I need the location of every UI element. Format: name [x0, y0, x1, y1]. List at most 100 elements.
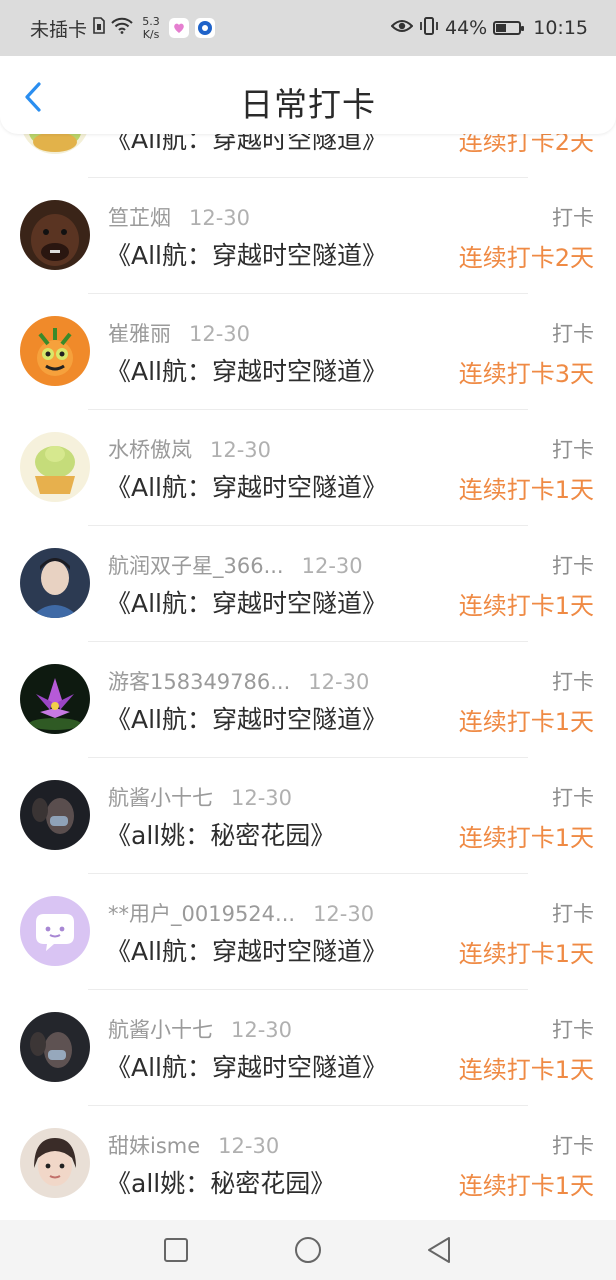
avatar[interactable]	[20, 780, 90, 850]
user-name[interactable]: 甜妹isme	[108, 1134, 200, 1158]
notification-app-icon	[169, 18, 190, 38]
checkin-list[interactable]: 《All航：穿越时空隧道》 连续打卡2天 笪芷烟 12-30 打卡 《All航：穿…	[0, 62, 616, 1222]
action-label: 打卡	[552, 322, 594, 346]
eye-comfort-icon	[390, 17, 414, 39]
recents-button[interactable]	[161, 1235, 191, 1265]
streak-label: 连续打卡1天	[458, 940, 594, 968]
user-name[interactable]: 崔雅丽	[108, 322, 171, 346]
checkin-date: 12-30	[218, 1134, 280, 1158]
user-name[interactable]: 笪芷烟	[108, 206, 171, 230]
list-item[interactable]: 水桥傲岚 12-30 打卡 《All航：穿越时空隧道》 连续打卡1天	[0, 410, 616, 526]
avatar[interactable]	[20, 896, 90, 966]
vibrate-icon	[419, 16, 439, 41]
user-line: 航润双子星_366... 12-30	[108, 550, 363, 580]
triangle-back-icon	[428, 1237, 450, 1263]
checkin-date: 12-30	[308, 670, 370, 694]
phone-screen: 未插卡 5.3 K/s 44% 10:15 日常打卡 《All航：穿越时空隧道》…	[0, 0, 616, 1280]
action-label: 打卡	[552, 902, 594, 926]
streak-label: 连续打卡1天	[458, 476, 594, 504]
action-label: 打卡	[552, 1018, 594, 1042]
speed-value: 5.3	[142, 15, 160, 28]
checkin-date: 12-30	[301, 554, 363, 578]
user-name[interactable]: 水桥傲岚	[108, 438, 192, 462]
action-label: 打卡	[552, 554, 594, 578]
back-nav-button[interactable]	[424, 1235, 454, 1265]
action-label: 打卡	[552, 206, 594, 230]
book-title[interactable]: 《All航：穿越时空隧道》	[106, 932, 387, 968]
user-name[interactable]: 航酱小十七	[108, 1018, 213, 1042]
sim-icon	[93, 17, 105, 39]
checkin-date: 12-30	[231, 1018, 293, 1042]
user-line: 航酱小十七 12-30	[108, 782, 292, 812]
avatar[interactable]	[20, 316, 90, 386]
book-title[interactable]: 《All航：穿越时空隧道》	[106, 700, 387, 736]
list-item[interactable]: 航润双子星_366... 12-30 打卡 《All航：穿越时空隧道》 连续打卡1…	[0, 526, 616, 642]
streak-label: 连续打卡3天	[458, 360, 594, 388]
battery-percent: 44%	[445, 17, 488, 39]
checkin-date: 12-30	[231, 786, 293, 810]
book-title[interactable]: 《all姚：秘密花园》	[106, 816, 335, 852]
checkin-date: 12-30	[189, 206, 251, 230]
home-button[interactable]	[293, 1235, 323, 1265]
avatar[interactable]	[20, 1012, 90, 1082]
user-name[interactable]: **用户_0019524...	[108, 902, 295, 926]
streak-label: 连续打卡1天	[458, 824, 594, 852]
streak-label: 连续打卡1天	[458, 708, 594, 736]
action-label: 打卡	[552, 786, 594, 810]
square-icon	[164, 1238, 188, 1262]
network-speed: 5.3 K/s	[139, 15, 163, 41]
status-bar: 未插卡 5.3 K/s 44% 10:15	[0, 0, 616, 56]
list-item[interactable]: 航酱小十七 12-30 打卡 《All航：穿越时空隧道》 连续打卡1天	[0, 990, 616, 1106]
page-title: 日常打卡	[240, 85, 376, 124]
action-label: 打卡	[552, 670, 594, 694]
list-item[interactable]: 崔雅丽 12-30 打卡 《All航：穿越时空隧道》 连续打卡3天	[0, 294, 616, 410]
list-item[interactable]: 笪芷烟 12-30 打卡 《All航：穿越时空隧道》 连续打卡2天	[0, 178, 616, 294]
app-header: 日常打卡	[0, 56, 616, 134]
user-name[interactable]: 航酱小十七	[108, 786, 213, 810]
speed-unit: K/s	[142, 28, 160, 41]
avatar[interactable]	[20, 548, 90, 618]
user-line: 笪芷烟 12-30	[108, 202, 250, 232]
book-title[interactable]: 《All航：穿越时空隧道》	[106, 352, 387, 388]
notification-app-icon-2	[195, 18, 216, 38]
streak-label: 连续打卡2天	[458, 244, 594, 272]
avatar[interactable]	[20, 664, 90, 734]
battery-fill	[496, 24, 507, 32]
user-name[interactable]: 游客158349786...	[108, 670, 290, 694]
book-title[interactable]: 《All航：穿越时空隧道》	[106, 584, 387, 620]
avatar[interactable]	[20, 200, 90, 270]
list-item[interactable]: **用户_0019524... 12-30 打卡 《All航：穿越时空隧道》 连续…	[0, 874, 616, 990]
user-line: 甜妹isme 12-30	[108, 1130, 279, 1160]
user-line: 水桥傲岚 12-30	[108, 434, 271, 464]
user-name[interactable]: 航润双子星_366...	[108, 554, 284, 578]
carrier-text: 未插卡	[30, 18, 88, 41]
avatar[interactable]	[20, 432, 90, 502]
status-left: 未插卡 5.3 K/s	[30, 0, 216, 56]
circle-icon	[295, 1237, 321, 1263]
clock: 10:15	[533, 17, 588, 39]
streak-label: 连续打卡1天	[458, 592, 594, 620]
action-label: 打卡	[552, 438, 594, 462]
status-right: 44% 10:15	[390, 0, 588, 56]
battery-icon	[493, 21, 525, 35]
list-item[interactable]: 航酱小十七 12-30 打卡 《all姚：秘密花园》 连续打卡1天	[0, 758, 616, 874]
streak-label: 连续打卡1天	[458, 1056, 594, 1084]
checkin-date: 12-30	[189, 322, 251, 346]
user-line: 崔雅丽 12-30	[108, 318, 250, 348]
user-line: 游客158349786... 12-30	[108, 666, 369, 696]
system-nav-bar	[0, 1220, 616, 1280]
wifi-icon	[111, 17, 133, 39]
avatar[interactable]	[20, 1128, 90, 1198]
user-line: **用户_0019524... 12-30	[108, 898, 374, 928]
book-title[interactable]: 《All航：穿越时空隧道》	[106, 1048, 387, 1084]
list-item[interactable]: 甜妹isme 12-30 打卡 《all姚：秘密花园》 连续打卡1天	[0, 1106, 616, 1222]
streak-label: 连续打卡1天	[458, 1172, 594, 1200]
checkin-date: 12-30	[210, 438, 272, 462]
book-title[interactable]: 《All航：穿越时空隧道》	[106, 236, 387, 272]
action-label: 打卡	[552, 1134, 594, 1158]
list-item[interactable]: 游客158349786... 12-30 打卡 《All航：穿越时空隧道》 连续打…	[0, 642, 616, 758]
checkin-date: 12-30	[313, 902, 375, 926]
user-line: 航酱小十七 12-30	[108, 1014, 292, 1044]
book-title[interactable]: 《All航：穿越时空隧道》	[106, 468, 387, 504]
book-title[interactable]: 《all姚：秘密花园》	[106, 1164, 335, 1200]
